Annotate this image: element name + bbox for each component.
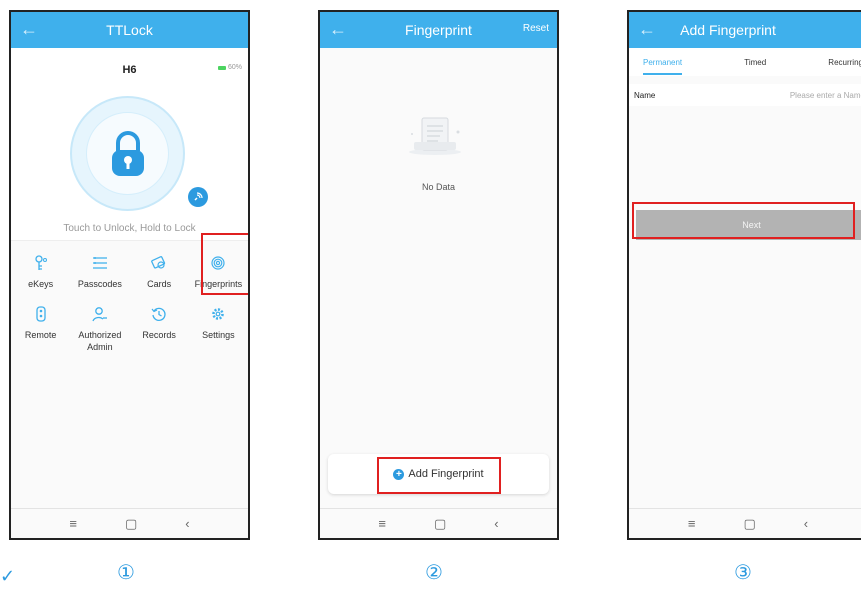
unlock-ring [86, 112, 169, 195]
feature-records[interactable]: Records [130, 304, 189, 353]
records-icon [151, 307, 166, 321]
reset-button[interactable]: Reset [523, 23, 549, 34]
padlock-icon [112, 131, 144, 176]
admin-icon [92, 307, 107, 322]
corner-mark: ✓ [0, 566, 16, 586]
feature-cards[interactable]: Cards [130, 253, 189, 290]
screen-lock-home: ← TTLock H6 60% Touch to Unlock, Hold to… [9, 10, 250, 540]
tab-permanent[interactable]: Permanent [643, 58, 683, 75]
name-label: Name [634, 90, 656, 100]
passcode-icon [92, 257, 107, 269]
menu-icon[interactable]: ≡ [69, 516, 77, 531]
battery-indicator: 60% [217, 64, 242, 71]
feature-passcodes[interactable]: Passcodes [70, 253, 129, 290]
back-icon[interactable]: ‹ [804, 516, 808, 531]
highlight-add-fingerprint [377, 457, 501, 494]
name-input[interactable] [775, 90, 861, 100]
feature-settings[interactable]: Settings [189, 304, 248, 353]
feature-label: eKeys [28, 279, 54, 289]
lock-panel: H6 60% Touch to Unlock, Hold to Lock [11, 48, 248, 240]
nfc-icon[interactable] [188, 187, 208, 207]
remote-icon [35, 306, 46, 322]
system-nav-bar: ≡ ▢ ‹ [629, 508, 861, 538]
feature-authorized-admin[interactable]: Authorized Admin [70, 304, 129, 353]
feature-ekeys[interactable]: eKeys [11, 253, 70, 290]
unlock-button[interactable] [70, 96, 185, 211]
feature-label: Cards [147, 279, 172, 289]
home-icon[interactable]: ▢ [743, 516, 755, 532]
page-title: TTLock [106, 22, 153, 38]
tab-timed[interactable]: Timed [744, 58, 766, 67]
card-icon [151, 256, 166, 269]
home-icon[interactable]: ▢ [434, 516, 446, 532]
feature-label: Records [142, 330, 176, 340]
step-1-marker: ① [117, 560, 135, 584]
back-icon[interactable]: ‹ [494, 516, 498, 531]
feature-label: Authorized Admin [78, 330, 122, 352]
feature-label: Remote [24, 330, 57, 340]
home-icon[interactable]: ▢ [125, 516, 137, 532]
back-icon[interactable]: ‹ [185, 516, 189, 531]
screen-add-fingerprint: ← Add Fingerprint Permanent Timed Recurr… [627, 10, 861, 540]
step-2-marker: ② [425, 560, 443, 584]
battery-level: 60% [227, 64, 242, 71]
page-title: Fingerprint [405, 22, 472, 38]
system-nav-bar: ≡ ▢ ‹ [11, 508, 248, 538]
feature-label: Passcodes [77, 279, 122, 289]
menu-icon[interactable]: ≡ [378, 516, 386, 531]
menu-icon[interactable]: ≡ [688, 516, 696, 531]
tab-recurring[interactable]: Recurring [828, 58, 861, 67]
top-bar: ← Fingerprint Reset [320, 12, 557, 48]
feature-label: Settings [202, 330, 235, 340]
page-title: Add Fingerprint [680, 22, 776, 38]
highlight-next [632, 202, 855, 239]
screen-fingerprint-list: ← Fingerprint Reset No Data + Add Finger… [318, 10, 559, 540]
step-3-marker: ③ [734, 560, 752, 584]
feature-remote[interactable]: Remote [11, 304, 70, 353]
ekey-icon [34, 255, 47, 270]
validity-tabs: Permanent Timed Recurring [629, 48, 861, 76]
top-bar: ← Add Fingerprint [629, 12, 861, 48]
empty-document-icon [409, 117, 461, 155]
empty-state-text: No Data [421, 182, 456, 192]
signal-icon [194, 192, 203, 201]
system-nav-bar: ≡ ▢ ‹ [320, 508, 557, 538]
highlight-fingerprints [201, 233, 248, 295]
top-bar: ← TTLock [11, 12, 248, 48]
settings-icon [212, 308, 225, 320]
name-row: Name [629, 84, 861, 106]
battery-icon [217, 65, 226, 70]
lock-name: H6 [122, 64, 137, 76]
